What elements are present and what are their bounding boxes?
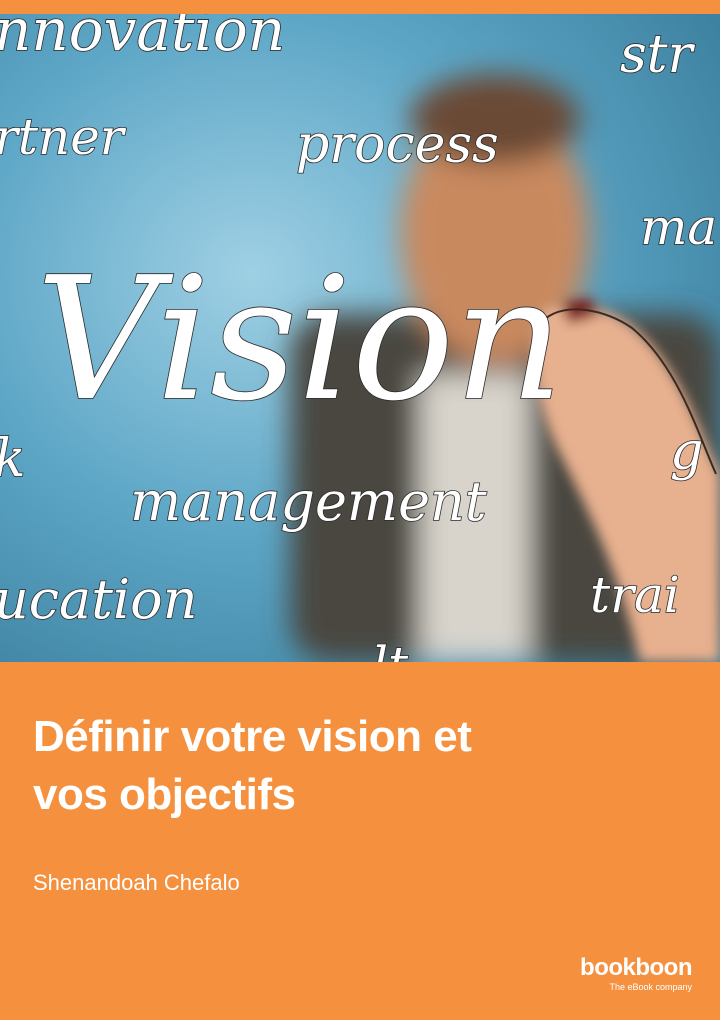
book-title: Définir votre vision et vos objectifs — [33, 708, 673, 824]
word-training: trai — [590, 566, 680, 624]
vision-whiteboard-illustration: nnovation str rtner process ma Vision k … — [0, 14, 720, 662]
word-partner: rtner — [0, 108, 127, 166]
word-g: g — [670, 422, 703, 482]
word-innovation: nnovation — [0, 14, 285, 64]
word-ma: ma — [640, 198, 717, 256]
word-k: k — [0, 429, 26, 489]
book-cover: nnovation str rtner process ma Vision k … — [0, 0, 720, 1020]
title-line-2: vos objectifs — [33, 770, 296, 819]
word-str: str — [620, 25, 696, 85]
publisher-name: bookboon — [580, 954, 692, 981]
word-education: ucation — [0, 568, 197, 631]
title-line-1: Définir votre vision et — [33, 712, 472, 761]
word-vision: Vision — [36, 241, 564, 439]
word-management: management — [130, 470, 487, 533]
publisher-tagline: The eBook company — [609, 982, 692, 992]
word-process: process — [296, 115, 499, 175]
author-name: Shenandoah Chefalo — [33, 870, 240, 895]
word-lt: lt — [372, 636, 409, 662]
publisher-logo: bookboon The eBook company — [580, 955, 692, 993]
cover-photo: nnovation str rtner process ma Vision k … — [0, 14, 720, 662]
